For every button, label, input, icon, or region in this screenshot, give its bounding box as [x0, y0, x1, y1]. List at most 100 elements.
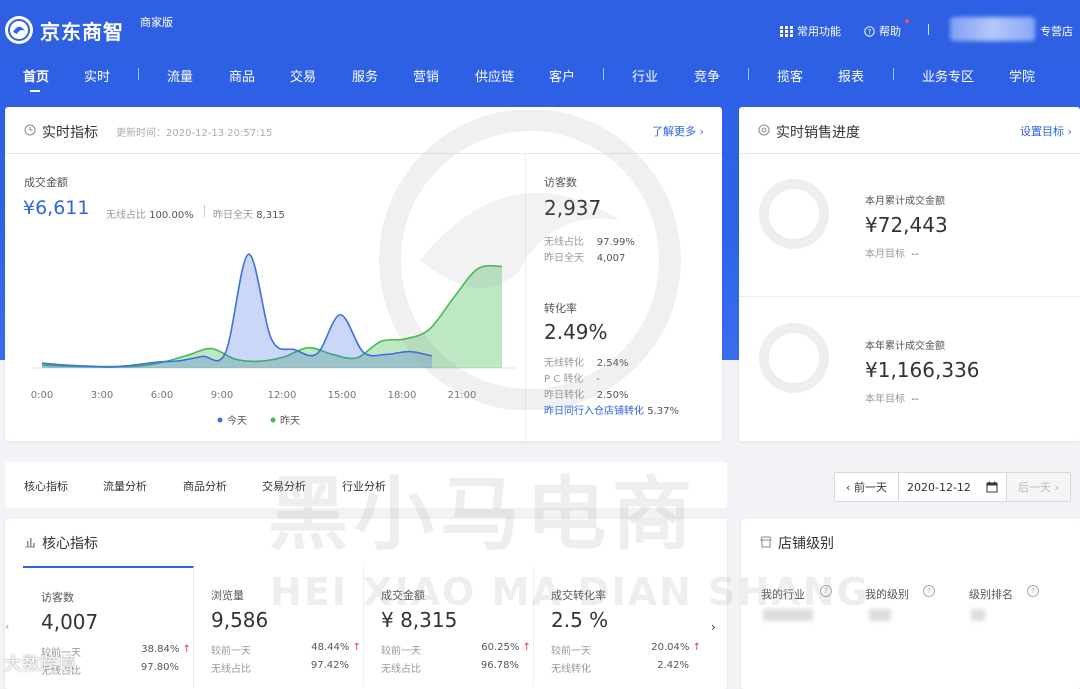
x-tick-label: 21:00: [448, 390, 477, 401]
metric-second-value: 97.80%: [140, 662, 179, 673]
store-name-blurred[interactable]: [950, 17, 1035, 41]
metric-second-row: 无线转化 2.42%: [551, 660, 701, 675]
shop-level-title: 店铺级别: [778, 536, 834, 552]
next-day-button[interactable]: 后一天 ›: [1007, 473, 1070, 501]
gmv-yesterday-value: 8,315: [256, 210, 285, 221]
realtime-card-header: 实时指标 更新时间：2020-12-13 20:57:15 了解更多 ›: [5, 107, 722, 154]
core-metrics-title: 核心指标: [42, 536, 98, 552]
gmv-yesterday-label: 昨日全天: [213, 210, 253, 221]
help-button[interactable]: ? 帮助: [864, 23, 901, 39]
conv-yesterday: 昨日转化 2.50%: [544, 386, 629, 401]
x-tick-label: 3:00: [91, 390, 113, 401]
nav-item-marketing[interactable]: 营销: [413, 66, 439, 85]
nav-item-acquire[interactable]: 揽客: [777, 66, 803, 85]
tab-product[interactable]: 商品分析: [183, 478, 227, 494]
main-nav: 首页 实时 流量 商品 交易 服务 营销 供应链 客户 行业 竞争 揽客 报表 …: [0, 66, 1080, 88]
nav-item-trade[interactable]: 交易: [290, 66, 316, 85]
grid-icon: [780, 25, 793, 37]
year-gmv-value: ¥1,166,336: [865, 358, 980, 382]
update-time-label: 更新时间：: [116, 128, 166, 139]
conv-yesterday-label: 昨日转化: [544, 390, 584, 401]
common-functions-button[interactable]: 常用功能: [780, 23, 841, 39]
nav-item-product[interactable]: 商品: [229, 66, 255, 85]
metric-change-value: 38.84%: [141, 644, 180, 655]
visitors-wireless-value: 97.99%: [596, 237, 635, 248]
my-level-label: 我的级别: [865, 588, 909, 601]
common-functions-label: 常用功能: [797, 25, 841, 38]
metric-second-value: 2.42%: [657, 660, 689, 671]
nav-active-indicator: [30, 90, 40, 92]
gmv-value: ¥6,611: [23, 197, 90, 219]
nav-item-home[interactable]: 首页: [23, 66, 49, 85]
metric-name: 成交转化率: [551, 589, 606, 602]
legend-label[interactable]: 今天: [227, 414, 247, 427]
conv-wireless-label: 无线转化: [544, 358, 584, 369]
level-rank-label: 级别排名: [969, 588, 1013, 601]
gmv-wireless-value: 100.00%: [149, 210, 194, 221]
target-icon: [758, 124, 770, 136]
sales-progress-card: 实时销售进度 设置目标 › 本月累计成交金额 ¥72,443 本月目标 -- 本…: [739, 107, 1080, 441]
month-target-label: 本月目标: [865, 249, 905, 260]
nav-item-industry[interactable]: 行业: [632, 66, 658, 85]
metric-card-pageviews[interactable]: 浏览量 9,586 较前一天 48.44% ↑ 无线占比 97.42%: [193, 566, 364, 686]
peer-conversion[interactable]: 昨日同行入仓店铺转化 5.37%: [544, 402, 679, 417]
nav-item-supply-chain[interactable]: 供应链: [475, 66, 514, 85]
legend-label[interactable]: 昨天: [280, 415, 300, 427]
gmv-wireless: 无线占比 100.00%: [106, 206, 194, 221]
nav-item-customer[interactable]: 客户: [549, 66, 575, 85]
nav-item-academy[interactable]: 学院: [1009, 66, 1035, 85]
scroll-right-icon[interactable]: ›: [711, 620, 716, 634]
nav-item-competition[interactable]: 竞争: [694, 66, 720, 85]
scroll-left-icon[interactable]: ‹: [5, 620, 9, 633]
metric-change-value: 20.04%: [651, 642, 690, 653]
x-tick-label: 6:00: [151, 390, 173, 401]
arrow-up-icon: ↑: [352, 642, 361, 653]
tab-industry[interactable]: 行业分析: [342, 478, 386, 494]
conv-wireless: 无线转化 2.54%: [544, 354, 629, 369]
notification-dot: [905, 19, 909, 23]
update-time: 更新时间：2020-12-13 20:57:15: [116, 124, 272, 139]
my-industry-value-blurred: [763, 609, 813, 621]
metric-card-gmv[interactable]: 成交金额 ¥ 8,315 较前一天 60.25% ↑ 无线占比 96.78%: [363, 566, 534, 686]
jd-logo-icon[interactable]: [5, 16, 33, 44]
metric-change: 20.04% ↑: [651, 642, 701, 653]
metric-name: 成交金额: [381, 589, 425, 602]
metric-second-row: 无线占比 97.42%: [211, 660, 361, 675]
corner-watermark: 大数跨境: [4, 654, 76, 675]
learn-more-link[interactable]: 了解更多 ›: [652, 123, 704, 139]
x-tick-label: 18:00: [388, 390, 417, 401]
metric-compare-row: 较前一天 20.04% ↑: [551, 642, 701, 657]
visitors-yesterday-value: 4,007: [596, 253, 626, 264]
metric-card-conversion[interactable]: 成交转化率 2.5 % 较前一天 20.04% ↑ 无线转化 2.42%: [533, 566, 703, 686]
help-icon[interactable]: ?: [1027, 585, 1039, 597]
metric-second-label: 无线占比: [211, 664, 251, 675]
sales-progress-header: 实时销售进度 设置目标 ›: [739, 107, 1080, 154]
nav-item-service[interactable]: 服务: [352, 66, 378, 85]
tab-trade[interactable]: 交易分析: [262, 478, 306, 494]
visitors-wireless: 无线占比 97.99%: [544, 233, 635, 248]
arrow-up-icon: ↑: [692, 642, 701, 653]
nav-item-reports[interactable]: 报表: [838, 66, 864, 85]
brand-name[interactable]: 京东商智: [40, 16, 124, 45]
metric-change-value: 60.25%: [481, 642, 520, 653]
tab-traffic[interactable]: 流量分析: [103, 478, 147, 494]
date-field[interactable]: 2020-12-12: [899, 473, 1007, 501]
help-icon[interactable]: ?: [923, 585, 935, 597]
year-target-label: 本年目标: [865, 394, 905, 405]
nav-item-realtime[interactable]: 实时: [84, 66, 110, 85]
x-tick-label: 0:00: [31, 390, 53, 401]
visitors-value: 2,937: [544, 196, 602, 220]
nav-item-traffic[interactable]: 流量: [167, 66, 193, 85]
nav-item-business-zone[interactable]: 业务专区: [922, 66, 974, 85]
visitors-yesterday: 昨日全天 4,007: [544, 249, 625, 264]
metric-value: ¥ 8,315: [381, 608, 458, 632]
prev-day-button[interactable]: ‹ 前一天: [835, 473, 899, 501]
help-icon[interactable]: ?: [820, 585, 832, 597]
set-target-link[interactable]: 设置目标 ›: [1020, 123, 1072, 139]
x-tick-label: 15:00: [328, 390, 357, 401]
peer-conversion-label[interactable]: 昨日同行入仓店铺转化: [544, 406, 644, 417]
top-bar: 京东商智 商家版 常用功能 ? 帮助 专营店: [0, 0, 1080, 58]
calendar-icon[interactable]: [986, 481, 998, 493]
arrow-up-icon: ↑: [182, 644, 191, 655]
tab-core[interactable]: 核心指标: [24, 478, 68, 494]
